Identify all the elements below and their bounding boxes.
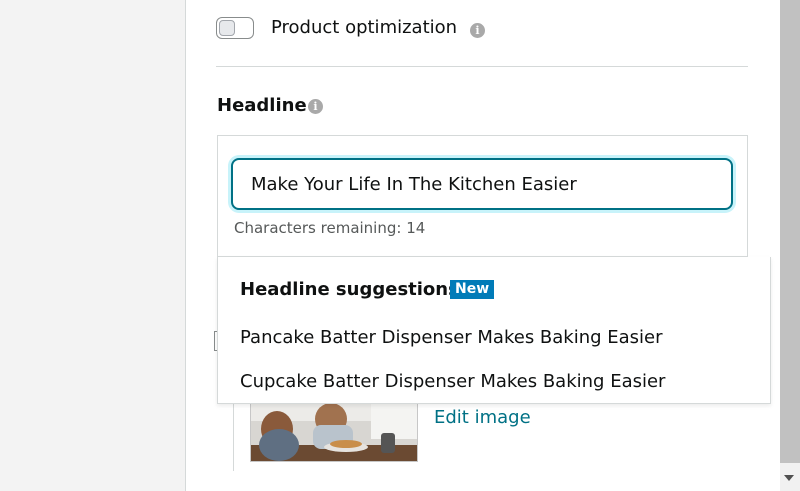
info-icon[interactable]: i [470,23,485,38]
headline-title: Headline [217,95,307,116]
scroll-down-arrow-icon[interactable] [784,475,794,481]
suggestion-item[interactable]: Pancake Batter Dispenser Makes Baking Ea… [240,327,663,349]
new-badge: New [450,280,495,299]
product-optimization-label: Product optimization [271,17,458,38]
edit-image-link[interactable]: Edit image [434,407,531,429]
headline-suggestions-title: Headline suggestions [240,279,459,300]
toggle-knob [219,20,235,36]
product-optimization-toggle[interactable] [216,17,254,39]
suggestion-item[interactable]: Cupcake Batter Dispenser Makes Baking Ea… [240,371,665,393]
scrollbar-thumb[interactable] [780,0,800,463]
section-divider [216,66,748,67]
headline-input[interactable] [231,158,733,210]
kitchen-photo [251,399,417,461]
left-gutter [0,0,186,491]
image-frame-border [233,395,234,471]
characters-remaining: Characters remaining: 14 [234,219,426,237]
vertical-scrollbar[interactable] [780,0,800,491]
info-icon[interactable]: i [308,99,323,114]
product-image-thumbnail [250,398,418,462]
